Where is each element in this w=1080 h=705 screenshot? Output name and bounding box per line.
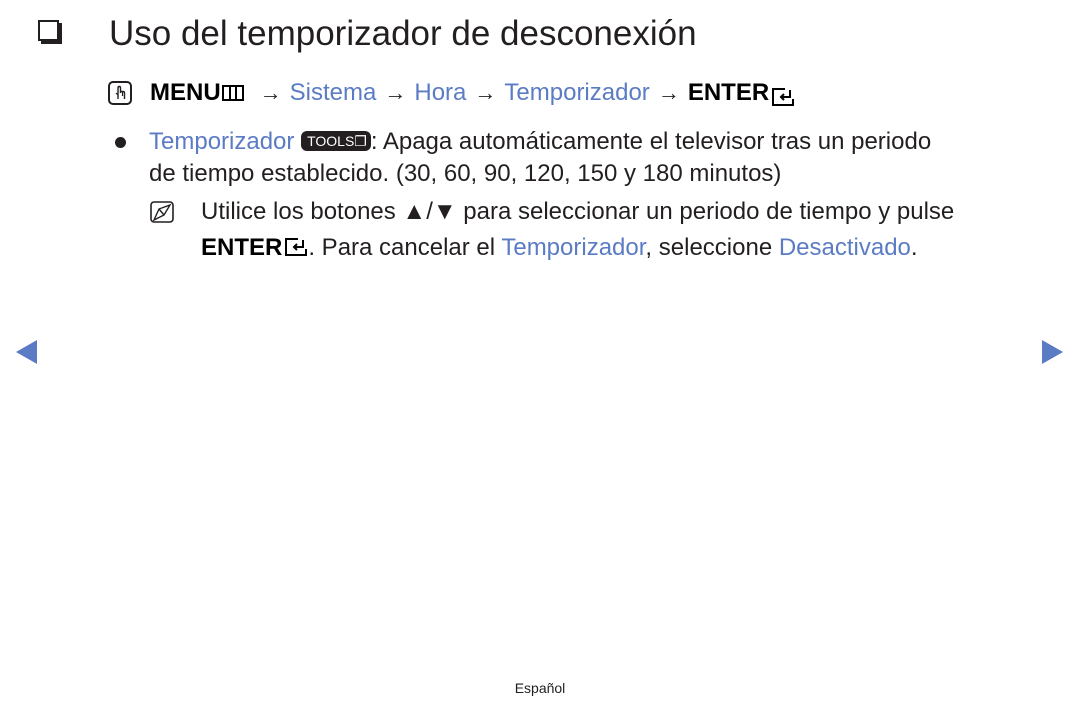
path-step-hora[interactable]: Hora: [414, 76, 466, 110]
note-enter-label: ENTER: [201, 234, 283, 261]
menu-path: MENU → Sistema → Hora → Temporizador → E…: [108, 76, 795, 110]
note-text-b: , seleccione: [645, 234, 779, 261]
path-arrow: →: [259, 80, 282, 105]
previous-page-button[interactable]: [16, 340, 37, 364]
note-text-end: .: [910, 234, 918, 261]
path-arrow: →: [474, 80, 497, 105]
menu-label: MENU: [150, 79, 221, 106]
page-title: Uso del temporizador de desconexión: [109, 14, 697, 53]
path-arrow: →: [384, 80, 407, 105]
enter-icon: [284, 234, 308, 256]
note-term: Temporizador: [501, 234, 646, 261]
bullet-term: Temporizador: [149, 128, 295, 155]
note-text-a: . Para cancelar el: [308, 234, 502, 261]
note-line-1: Utilice los botones ▲/▼ para seleccionar…: [201, 198, 955, 225]
section-checkbox-icon: [38, 20, 59, 41]
bullet-line-2: de tiempo establecido. (30, 60, 90, 120,…: [149, 160, 782, 187]
note-line-2: ENTER . Para cancelar el Temporizador, s…: [201, 232, 918, 264]
enter-label: ENTER: [687, 79, 770, 106]
path-arrow: →: [657, 80, 680, 105]
next-page-button[interactable]: [1042, 340, 1063, 364]
bullet-description: : Apaga automáticamente el televisor tra…: [370, 128, 932, 155]
note-value: Desactivado: [778, 234, 911, 261]
language-footer: Español: [514, 680, 566, 696]
path-step-sistema[interactable]: Sistema: [290, 76, 377, 110]
note-icon: [150, 201, 176, 225]
tools-label: TOOLS: [307, 133, 355, 149]
path-step-temporizador[interactable]: Temporizador: [504, 76, 649, 110]
hand-touch-icon: [108, 81, 132, 105]
bullet-line-1: Temporizador TOOLS❐: Apaga automáticamen…: [149, 126, 931, 158]
tools-button-icon: TOOLS❐: [301, 131, 371, 151]
menu-icon: [221, 85, 244, 101]
enter-icon: [771, 83, 795, 106]
bullet-icon: [115, 137, 126, 148]
